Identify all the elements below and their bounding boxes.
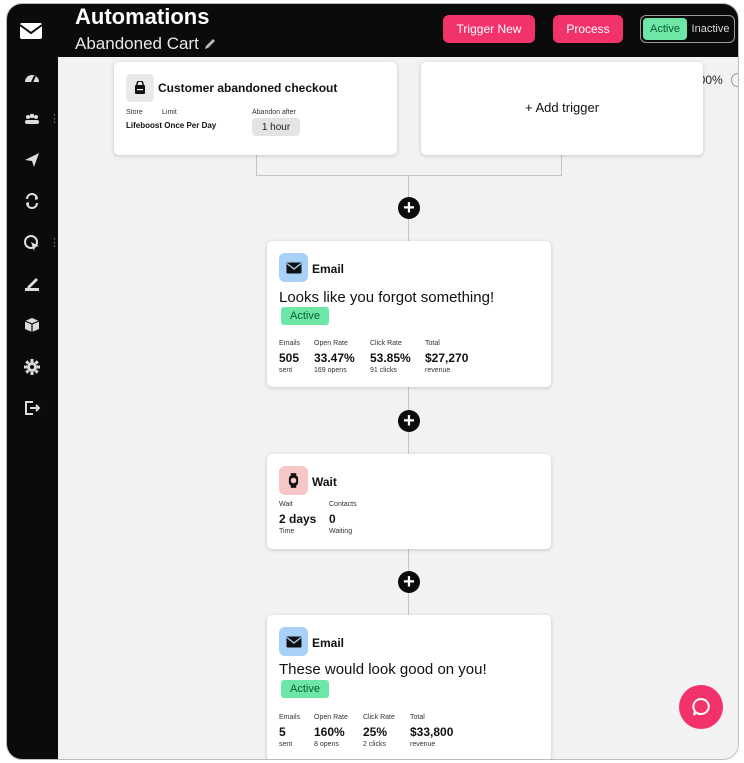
stat-label: Emails — [279, 340, 301, 347]
stat-label: Open Rate — [314, 340, 348, 347]
add-step-plus-icon[interactable]: + — [398, 571, 420, 593]
stat-sub: 2 clicks — [363, 741, 386, 748]
page-title: Automations — [75, 4, 210, 29]
abandon-after-label: Abandon after — [252, 109, 296, 116]
stat-value: 53.85% — [370, 351, 411, 365]
contacts-icon[interactable] — [21, 109, 43, 129]
stat-sub: 8 opens — [314, 741, 339, 748]
stat-label: Total — [425, 340, 440, 347]
store-label: Store — [126, 109, 143, 116]
logout-icon[interactable] — [21, 398, 43, 418]
stat-label: Emails — [279, 714, 301, 721]
add-step-plus-icon[interactable]: + — [398, 410, 420, 432]
stat-value: 505 — [279, 351, 300, 365]
help-chat-button[interactable] — [679, 685, 723, 729]
zoom-in-icon[interactable] — [730, 73, 738, 87]
stat-sub: 91 clicks — [370, 367, 397, 374]
add-step-plus-icon[interactable]: + — [398, 197, 420, 219]
email-node[interactable]: Email These would look good on you! Acti… — [267, 615, 551, 759]
node-type-label: Wait — [312, 475, 337, 489]
stat-label: Contacts — [329, 501, 357, 508]
tracking-icon[interactable] — [21, 233, 43, 253]
stat-sub: Time — [279, 528, 295, 535]
stat-label: Click Rate — [363, 714, 395, 721]
templates-icon[interactable] — [21, 274, 43, 294]
envelope-icon — [279, 253, 308, 282]
stat-sub: sent — [279, 741, 293, 748]
stat-sub: sent — [279, 367, 293, 374]
trigger-title: Customer abandoned checkout — [158, 81, 338, 95]
stat-value: 25% — [363, 725, 388, 739]
stat-value: 160% — [314, 725, 345, 739]
connector-line — [256, 155, 257, 175]
trigger-new-button[interactable]: Trigger New — [443, 15, 535, 43]
stat-sub: revenue — [425, 367, 451, 374]
automation-name-label: Abandoned Cart — [75, 34, 199, 53]
limit-label: Limit — [162, 109, 177, 116]
add-trigger-card[interactable]: + Add trigger — [421, 62, 703, 155]
stat-value: 2 days — [279, 512, 317, 526]
node-type-label: Email — [312, 262, 345, 276]
process-button[interactable]: Process — [553, 15, 623, 43]
edit-pencil-icon[interactable] — [203, 37, 217, 51]
sidebar: ⋮ ⋮ — [7, 4, 60, 759]
automations-icon[interactable] — [21, 191, 43, 211]
abandon-after-value: 1 hour — [252, 118, 300, 136]
watch-icon — [279, 466, 308, 495]
logo-mail-icon — [19, 22, 43, 40]
stat-value: 0 — [329, 512, 336, 526]
status-badge: Active — [281, 680, 329, 698]
trigger-card[interactable]: Customer abandoned checkout Store Limit … — [114, 62, 397, 155]
stat-label: Open Rate — [314, 714, 348, 721]
add-trigger-button[interactable]: + Add trigger — [421, 62, 703, 152]
stat-value: $33,800 — [410, 725, 454, 739]
stat-sub: 169 opens — [314, 367, 347, 374]
top-header: Automations Abandoned Cart Trigger New P… — [58, 4, 738, 57]
toggle-inactive-option[interactable]: Inactive — [687, 16, 734, 42]
wait-node[interactable]: Wait Wait 2 days Time Contacts 0 Waiting — [267, 454, 551, 549]
chat-bubble-icon — [692, 697, 710, 716]
dashboard-icon[interactable] — [21, 68, 43, 88]
connector-line — [561, 155, 562, 175]
flow-canvas[interactable]: 100% Customer abandoned checkout Store L… — [58, 57, 738, 759]
status-badge: Active — [281, 307, 329, 325]
app-window: ⋮ ⋮ Automations Abandoned Cart Trigger N… — [6, 3, 739, 760]
shopping-bag-icon — [126, 74, 154, 102]
campaigns-icon[interactable] — [21, 150, 43, 170]
stat-value: 33.47% — [314, 351, 355, 365]
settings-icon[interactable] — [21, 357, 43, 377]
automation-name[interactable]: Abandoned Cart — [75, 34, 217, 54]
stat-label: Click Rate — [370, 340, 402, 347]
stat-sub: revenue — [410, 741, 436, 748]
status-toggle[interactable]: Active Inactive — [640, 15, 735, 43]
stat-value: 5 — [279, 725, 286, 739]
toggle-active-option[interactable]: Active — [643, 18, 687, 40]
stat-sub: Waiting — [329, 528, 353, 535]
connector-line — [256, 175, 562, 176]
stat-label: Total — [410, 714, 425, 721]
envelope-icon — [279, 627, 308, 656]
email-subject: Looks like you forgot something! — [279, 289, 495, 306]
store-limit-value: Lifeboost Once Per Day — [126, 121, 217, 130]
stat-value: $27,270 — [425, 351, 469, 365]
node-type-label: Email — [312, 636, 345, 650]
email-node[interactable]: Email Looks like you forgot something! A… — [267, 241, 551, 387]
stat-label: Wait — [279, 501, 293, 508]
email-subject: These would look good on you! — [279, 661, 487, 678]
products-icon[interactable] — [21, 315, 43, 335]
